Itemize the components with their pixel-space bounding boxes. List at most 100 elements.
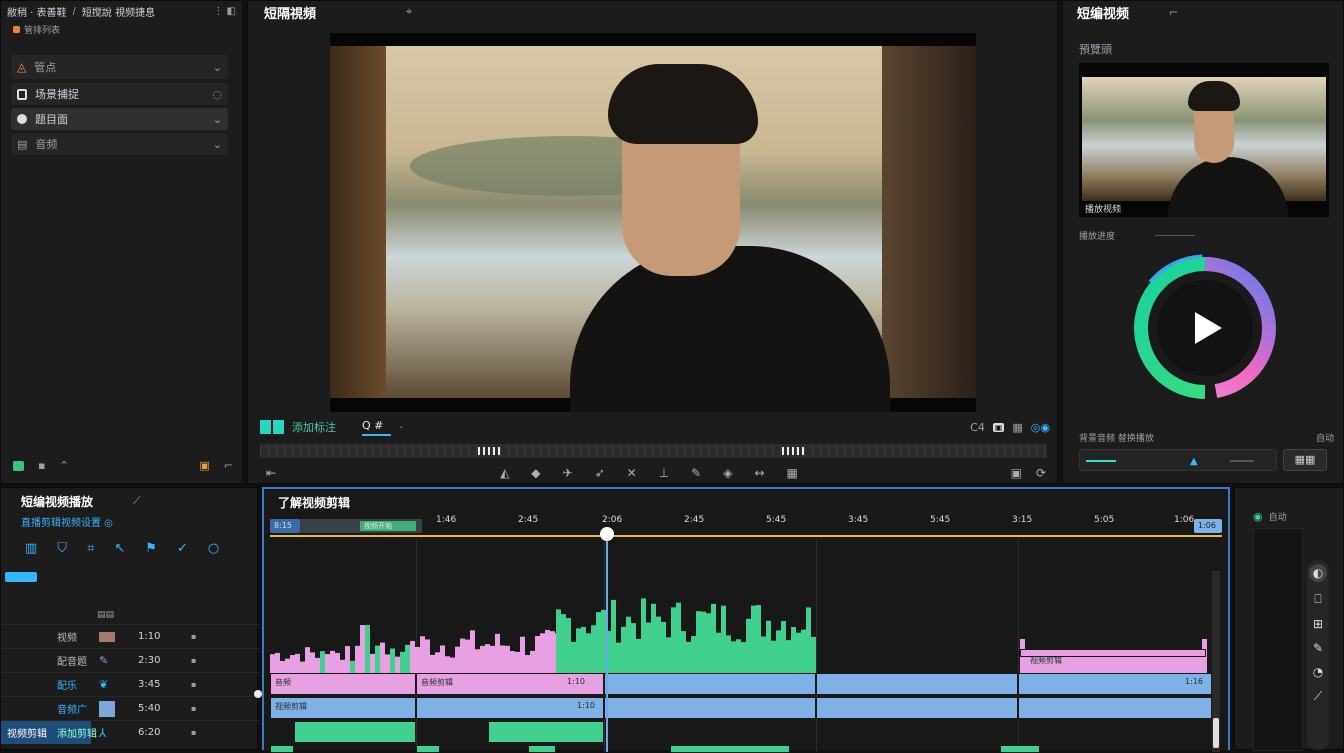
circle-icon[interactable]: ○: [208, 541, 219, 556]
track-row-selected[interactable]: 视频剪辑 添加剪辑 ⅄ 6:20 ▪: [1, 720, 259, 744]
clip-blue[interactable]: [816, 673, 1018, 695]
clip-green[interactable]: [670, 745, 790, 753]
track-handle-icon[interactable]: ▪: [191, 680, 196, 689]
play-ring[interactable]: [1125, 248, 1285, 408]
thumbnail[interactable]: 播放视频: [1079, 63, 1329, 217]
clip-label: 视频剪辑: [275, 702, 307, 711]
pen-icon[interactable]: ✎: [1313, 641, 1323, 655]
clip-pink[interactable]: 音频剪辑 1:10: [416, 673, 604, 695]
hook-icon[interactable]: ⌐: [1169, 6, 1178, 19]
track-row[interactable]: 配音题 ✎ 2:30 ▪: [1, 648, 259, 672]
clip-green[interactable]: [1000, 745, 1040, 753]
page-icon[interactable]: ⎕: [1314, 592, 1321, 607]
wave-bar: [290, 655, 295, 673]
track-row[interactable]: 视频 1:10 ▪: [1, 624, 259, 648]
wave-bar: [440, 645, 445, 673]
left-item-3[interactable]: ▤ 音频 ⌄: [11, 133, 228, 155]
pin-icon[interactable]: ⌖: [406, 5, 412, 19]
shield-icon[interactable]: ⛉: [57, 541, 67, 556]
clip-icon[interactable]: ▥: [25, 541, 37, 556]
cut-icon[interactable]: ✕: [627, 466, 637, 480]
clip-green[interactable]: [270, 745, 294, 753]
wave-bar: [641, 598, 646, 673]
track-handle-icon[interactable]: ▪: [191, 656, 196, 665]
clip-blue[interactable]: [604, 673, 816, 695]
playhead[interactable]: [600, 527, 614, 752]
left-edge-handle[interactable]: [254, 690, 262, 698]
clip-blue[interactable]: 1:16: [1018, 673, 1212, 695]
left-item-2[interactable]: 题目面 ⌄: [11, 108, 228, 130]
menu-icon[interactable]: ▦: [1012, 421, 1022, 434]
ruler-label: 3:15: [1012, 515, 1033, 525]
track-row[interactable]: 音频广 5:40 ▪: [1, 696, 259, 720]
wave-bar: [796, 632, 801, 673]
flame-icon: ◬: [17, 60, 27, 74]
back-icon[interactable]: ⇤: [266, 466, 276, 480]
wave-bar: [325, 654, 330, 673]
clip-blue[interactable]: [604, 697, 816, 719]
palette-icon[interactable]: ◔: [1313, 665, 1323, 679]
top-menu-right[interactable]: 短搅說 視频捷息: [82, 4, 155, 19]
arrow-icon[interactable]: ⌃: [59, 459, 68, 472]
clip-blue[interactable]: 1:10: [416, 697, 604, 719]
wave-bar: [340, 659, 345, 673]
more-icon[interactable]: ⋮ ◧: [213, 6, 236, 17]
waveform[interactable]: [270, 593, 1222, 673]
folder-icon[interactable]: [13, 460, 24, 471]
export-button[interactable]: ▦▦: [1283, 449, 1327, 471]
chart-icon[interactable]: ◭: [500, 466, 509, 480]
timeline-scrollbar[interactable]: [1212, 571, 1220, 752]
preview-tab[interactable]: Q #: [362, 419, 392, 436]
arrow-icon[interactable]: ➶: [595, 466, 605, 480]
grid-icon[interactable]: ▦: [787, 466, 798, 480]
split-icon[interactable]: ⊥: [659, 466, 669, 480]
clip-green[interactable]: [488, 721, 604, 743]
left-item-1[interactable]: 场景捕捉 ◌: [11, 83, 228, 105]
clip-green[interactable]: [416, 745, 440, 753]
scrubber-bar[interactable]: [260, 444, 1047, 458]
timeline-mode-toggle[interactable]: [5, 572, 37, 582]
top-menu-left[interactable]: 敝稍 · 表善鞋: [7, 4, 67, 19]
left-item-label: 音频: [35, 138, 58, 151]
screen-icon[interactable]: ▣: [1011, 466, 1022, 480]
playhead-handle[interactable]: [600, 527, 614, 541]
video-frame[interactable]: [330, 33, 976, 412]
shape-icon[interactable]: ◈: [723, 466, 732, 480]
grid-icon[interactable]: ▪: [38, 459, 45, 472]
mic-icon[interactable]: ◐: [1309, 564, 1327, 582]
clip-blue[interactable]: [1018, 697, 1212, 719]
wave-bar: [556, 609, 561, 673]
clip-green[interactable]: [294, 721, 416, 743]
cc-icon[interactable]: ▣: [992, 422, 1005, 432]
crop-icon[interactable]: ⌗: [87, 541, 94, 556]
check-icon[interactable]: ✓: [177, 541, 188, 556]
bottom-label: 背景音频 替换播放: [1079, 434, 1154, 444]
pointer-icon[interactable]: ↖: [114, 541, 125, 556]
tag-icon[interactable]: ◆: [531, 466, 540, 480]
plane-icon[interactable]: ✈: [563, 466, 573, 480]
clip-green[interactable]: [528, 745, 556, 753]
volume-slider[interactable]: ▲: [1079, 449, 1277, 471]
flag-icon[interactable]: ⚑: [145, 541, 157, 556]
clip-blue[interactable]: 视频剪辑: [270, 697, 416, 719]
rotate-icon[interactable]: ⟳: [1036, 466, 1046, 480]
box-icon[interactable]: ▣: [199, 459, 209, 472]
brush-icon[interactable]: ⟋: [1314, 689, 1322, 704]
toggle-icon[interactable]: ◎◉: [1031, 421, 1050, 434]
pin-icon[interactable]: ⟋: [133, 494, 141, 508]
track-handle-icon[interactable]: ▪: [191, 728, 196, 737]
layout-icon[interactable]: [260, 420, 284, 434]
range-icon[interactable]: ↔: [754, 466, 764, 480]
chat-icon: ◌: [212, 87, 222, 101]
wand-icon[interactable]: ✎: [691, 466, 701, 480]
left-item-0[interactable]: ◬ 管点 ⌄: [11, 55, 228, 79]
video-image: [330, 46, 976, 412]
track-handle-icon[interactable]: ▪: [191, 632, 196, 641]
track-handle-icon[interactable]: ▪: [191, 704, 196, 713]
clip-pink[interactable]: 音频: [270, 673, 416, 695]
flag-icon[interactable]: ⌐: [224, 459, 233, 472]
clip-blue[interactable]: [816, 697, 1018, 719]
track-row[interactable]: 配乐 ❦ 3:45 ▪: [1, 672, 259, 696]
ruler-label: 1:46: [436, 515, 457, 525]
sliders-icon[interactable]: ⊞: [1313, 617, 1323, 631]
